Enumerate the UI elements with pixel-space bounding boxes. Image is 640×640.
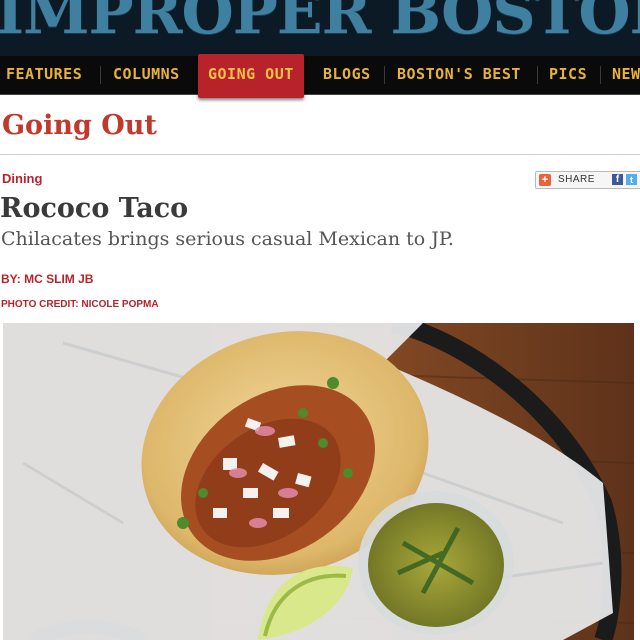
plus-icon: + <box>539 174 551 186</box>
byline: BY: MC SLIM JB <box>1 272 94 286</box>
facebook-icon[interactable]: f <box>612 174 623 185</box>
nav-item-blogs[interactable]: BLOGS <box>323 56 371 94</box>
share-label: SHARE <box>558 174 595 185</box>
share-button[interactable]: + SHARE f t <box>535 171 640 189</box>
nav-divider <box>384 66 385 84</box>
article-title: Rococo Taco <box>0 193 189 224</box>
article-subtitle: Chilacates brings serious casual Mexican… <box>1 228 454 250</box>
photo-credit: PHOTO CREDIT: NICOLE POPMA <box>1 299 159 310</box>
masthead: IMPROPER BOSTONIAN <box>0 0 640 56</box>
main-nav: FEATURES COLUMNS GOING OUT BLOGS BOSTON'… <box>0 54 640 98</box>
nav-item-columns[interactable]: COLUMNS <box>113 56 180 94</box>
section-divider <box>0 154 640 155</box>
nav-divider <box>537 66 538 84</box>
nav-divider <box>600 66 601 84</box>
nav-item-features[interactable]: FEATURES <box>6 56 82 94</box>
nav-divider <box>100 66 101 84</box>
taco-photo-illustration <box>3 323 634 640</box>
nav-item-pics[interactable]: PICS <box>549 56 587 94</box>
category-link[interactable]: Dining <box>2 171 42 186</box>
site-logo[interactable]: IMPROPER BOSTONIAN <box>0 0 640 48</box>
section-title: Going Out <box>2 110 157 141</box>
twitter-icon[interactable]: t <box>626 174 637 185</box>
nav-item-bostons-best[interactable]: BOSTON'S BEST <box>397 56 521 94</box>
nav-item-new[interactable]: NEW <box>612 56 640 94</box>
nav-item-going-out[interactable]: GOING OUT <box>198 54 304 98</box>
article-photo <box>3 323 634 640</box>
